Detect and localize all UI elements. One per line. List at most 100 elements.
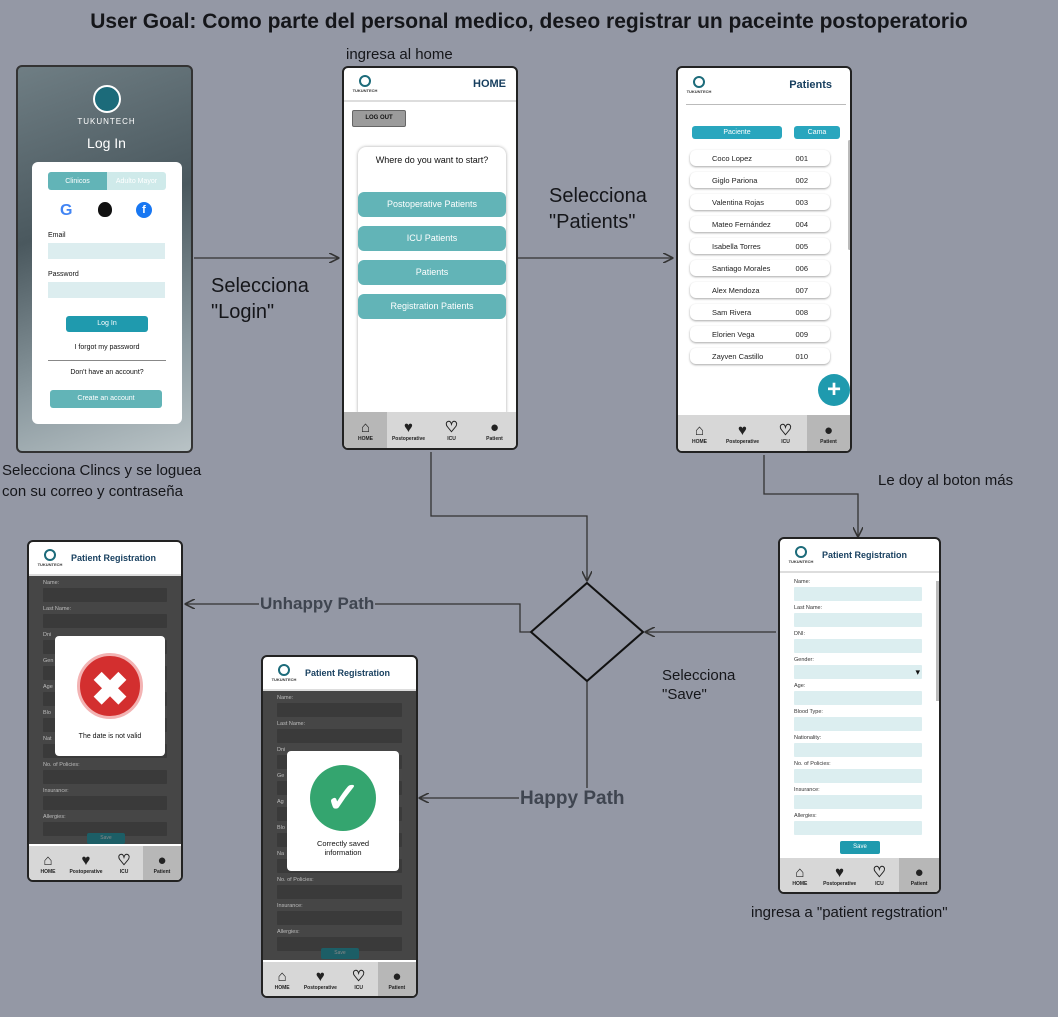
scrollbar[interactable] — [936, 581, 939, 701]
nav-postoperative[interactable]: ♥ Postoperative — [67, 846, 105, 880]
field-label: Allergies: — [277, 929, 300, 935]
nav-postoperative[interactable]: ♥ Postoperative — [387, 412, 430, 448]
patient-row[interactable]: Alex Mendoza 007 — [690, 282, 830, 298]
patient-name: Zayven Castillo — [712, 351, 764, 361]
bottom-nav: ⌂ HOME ♥ Postoperative ♡ ICU ● Patient — [780, 858, 939, 892]
patient-bed: 007 — [795, 285, 808, 295]
scrollbar[interactable] — [848, 140, 850, 250]
password-label: Password — [48, 271, 79, 278]
nav-icu[interactable]: ♡ ICU — [764, 415, 807, 451]
nav-home[interactable]: ⌂ HOME — [263, 962, 301, 996]
nav-home[interactable]: ⌂ HOME — [29, 846, 67, 880]
patient-row[interactable]: Santiago Morales 006 — [690, 260, 830, 276]
bottom-nav: ⌂ HOME ♥ Postoperative ♡ ICU ● Patient — [678, 415, 850, 451]
field-input[interactable] — [794, 717, 922, 731]
patients-button[interactable]: Patients — [358, 260, 506, 285]
home-icon: ⌂ — [43, 851, 53, 869]
google-icon[interactable]: G — [60, 202, 72, 220]
patient-row[interactable]: Giglo Pariona 002 — [690, 172, 830, 188]
facebook-icon[interactable]: f — [136, 202, 152, 218]
patient-row[interactable]: Coco Lopez 001 — [690, 150, 830, 166]
field-label: Name: — [277, 695, 294, 701]
patient-name: Santiago Morales — [712, 263, 771, 273]
nav-icu[interactable]: ♡ ICU — [105, 846, 143, 880]
field-input[interactable] — [794, 821, 922, 835]
field-input[interactable] — [794, 743, 922, 757]
patient-row[interactable]: Isabella Torres 005 — [690, 238, 830, 254]
apple-icon[interactable] — [98, 202, 112, 217]
patient-bed: 006 — [795, 263, 808, 273]
heart-outline-icon: ♡ — [351, 967, 366, 985]
password-field[interactable] — [48, 282, 165, 298]
nav-patient[interactable]: ● Patient — [143, 846, 181, 880]
heart-outline-icon: ♡ — [444, 418, 459, 436]
patient-row[interactable]: Sam Rivera 008 — [690, 304, 830, 320]
nav-icu[interactable]: ♡ ICU — [430, 412, 473, 448]
field-label: Name: — [43, 580, 60, 586]
col-bed: Cama — [794, 126, 840, 139]
arrow-happy — [420, 682, 588, 798]
nav-postoperative[interactable]: ♥ Postoperative — [820, 858, 860, 892]
registration-header: TUKUNTECH Patient Registration — [780, 539, 939, 573]
nav-patient[interactable]: ● Patient — [473, 412, 516, 448]
nav-home[interactable]: ⌂ HOME — [344, 412, 387, 448]
icu-patients-button[interactable]: ICU Patients — [358, 226, 506, 251]
field-input[interactable] — [794, 587, 922, 601]
nav-patient[interactable]: ● Patient — [377, 962, 416, 996]
success-line-2: information — [324, 848, 362, 857]
nav-postoperative[interactable]: ♥ Postoperative — [301, 962, 339, 996]
email-label: Email — [48, 232, 66, 239]
field-label: Gender: — [794, 657, 814, 663]
heart-outline-icon: ♡ — [778, 421, 793, 439]
field-input — [277, 703, 402, 717]
home-header: TUKUNTECH HOME — [344, 68, 516, 102]
field-input[interactable]: ▾ — [794, 665, 922, 679]
patient-row[interactable]: Elorien Vega 009 — [690, 326, 830, 342]
nav-icu[interactable]: ♡ ICU — [340, 962, 378, 996]
login-button[interactable]: Log In — [66, 316, 148, 332]
brand-logo-icon: TUKUNTECH — [38, 549, 62, 567]
nav-home[interactable]: ⌂ HOME — [678, 415, 721, 451]
error-message: The date is not valid — [78, 732, 142, 740]
patient-name: Giglo Pariona — [712, 175, 758, 185]
patient-row[interactable]: Valentina Rojas 003 — [690, 194, 830, 210]
field-input[interactable] — [794, 769, 922, 783]
patient-name: Isabella Torres — [712, 241, 761, 251]
patient-row[interactable]: Zayven Castillo 010 — [690, 348, 830, 364]
save-button[interactable]: Save — [840, 841, 880, 854]
create-account-button[interactable]: Create an account — [50, 390, 162, 408]
col-patient: Paciente — [692, 126, 782, 139]
nav-home[interactable]: ⌂ HOME — [780, 858, 820, 892]
field-input[interactable] — [794, 639, 922, 653]
patients-screen: TUKUNTECH Patients Paciente Cama Coco Lo… — [676, 66, 852, 453]
email-field[interactable] — [48, 243, 165, 259]
add-patient-button[interactable]: + — [818, 374, 850, 406]
field-input[interactable] — [794, 613, 922, 627]
postoperative-patients-button[interactable]: Postoperative Patients — [358, 192, 506, 217]
nav-postoperative[interactable]: ♥ Postoperative — [721, 415, 764, 451]
field-input[interactable] — [794, 691, 922, 705]
patient-row[interactable]: Mateo Fernández 004 — [690, 216, 830, 232]
nav-patient[interactable]: ● Patient — [807, 415, 850, 451]
tab-clinics[interactable]: Clinicos — [48, 172, 107, 190]
tab-elder[interactable]: Adulto Mayor — [107, 172, 166, 190]
error-screen: TUKUNTECH Patient Registration Name: Last… — [27, 540, 183, 882]
save-button: Save — [321, 948, 359, 959]
field-input[interactable] — [794, 795, 922, 809]
heart-icon: ♥ — [315, 967, 325, 985]
field-label: No. of Policies: — [277, 877, 314, 883]
heart-icon: ♥ — [835, 863, 845, 881]
caption-select-login-2: "Login" — [211, 301, 275, 323]
field-label: Name: — [794, 579, 811, 585]
forgot-password-link[interactable]: I forgot my password — [32, 344, 182, 351]
registration-patients-button[interactable]: Registration Patients — [358, 294, 506, 319]
patient-name: Elorien Vega — [712, 329, 755, 339]
patient-bed: 003 — [795, 197, 808, 207]
patients-title: Patients — [789, 79, 832, 91]
logout-button[interactable]: LOG OUT — [352, 110, 406, 127]
field-input — [277, 885, 402, 899]
field-label: Insurance: — [794, 787, 820, 793]
nav-patient[interactable]: ● Patient — [899, 858, 939, 892]
home-icon: ⌂ — [360, 418, 371, 436]
nav-icu[interactable]: ♡ ICU — [860, 858, 900, 892]
